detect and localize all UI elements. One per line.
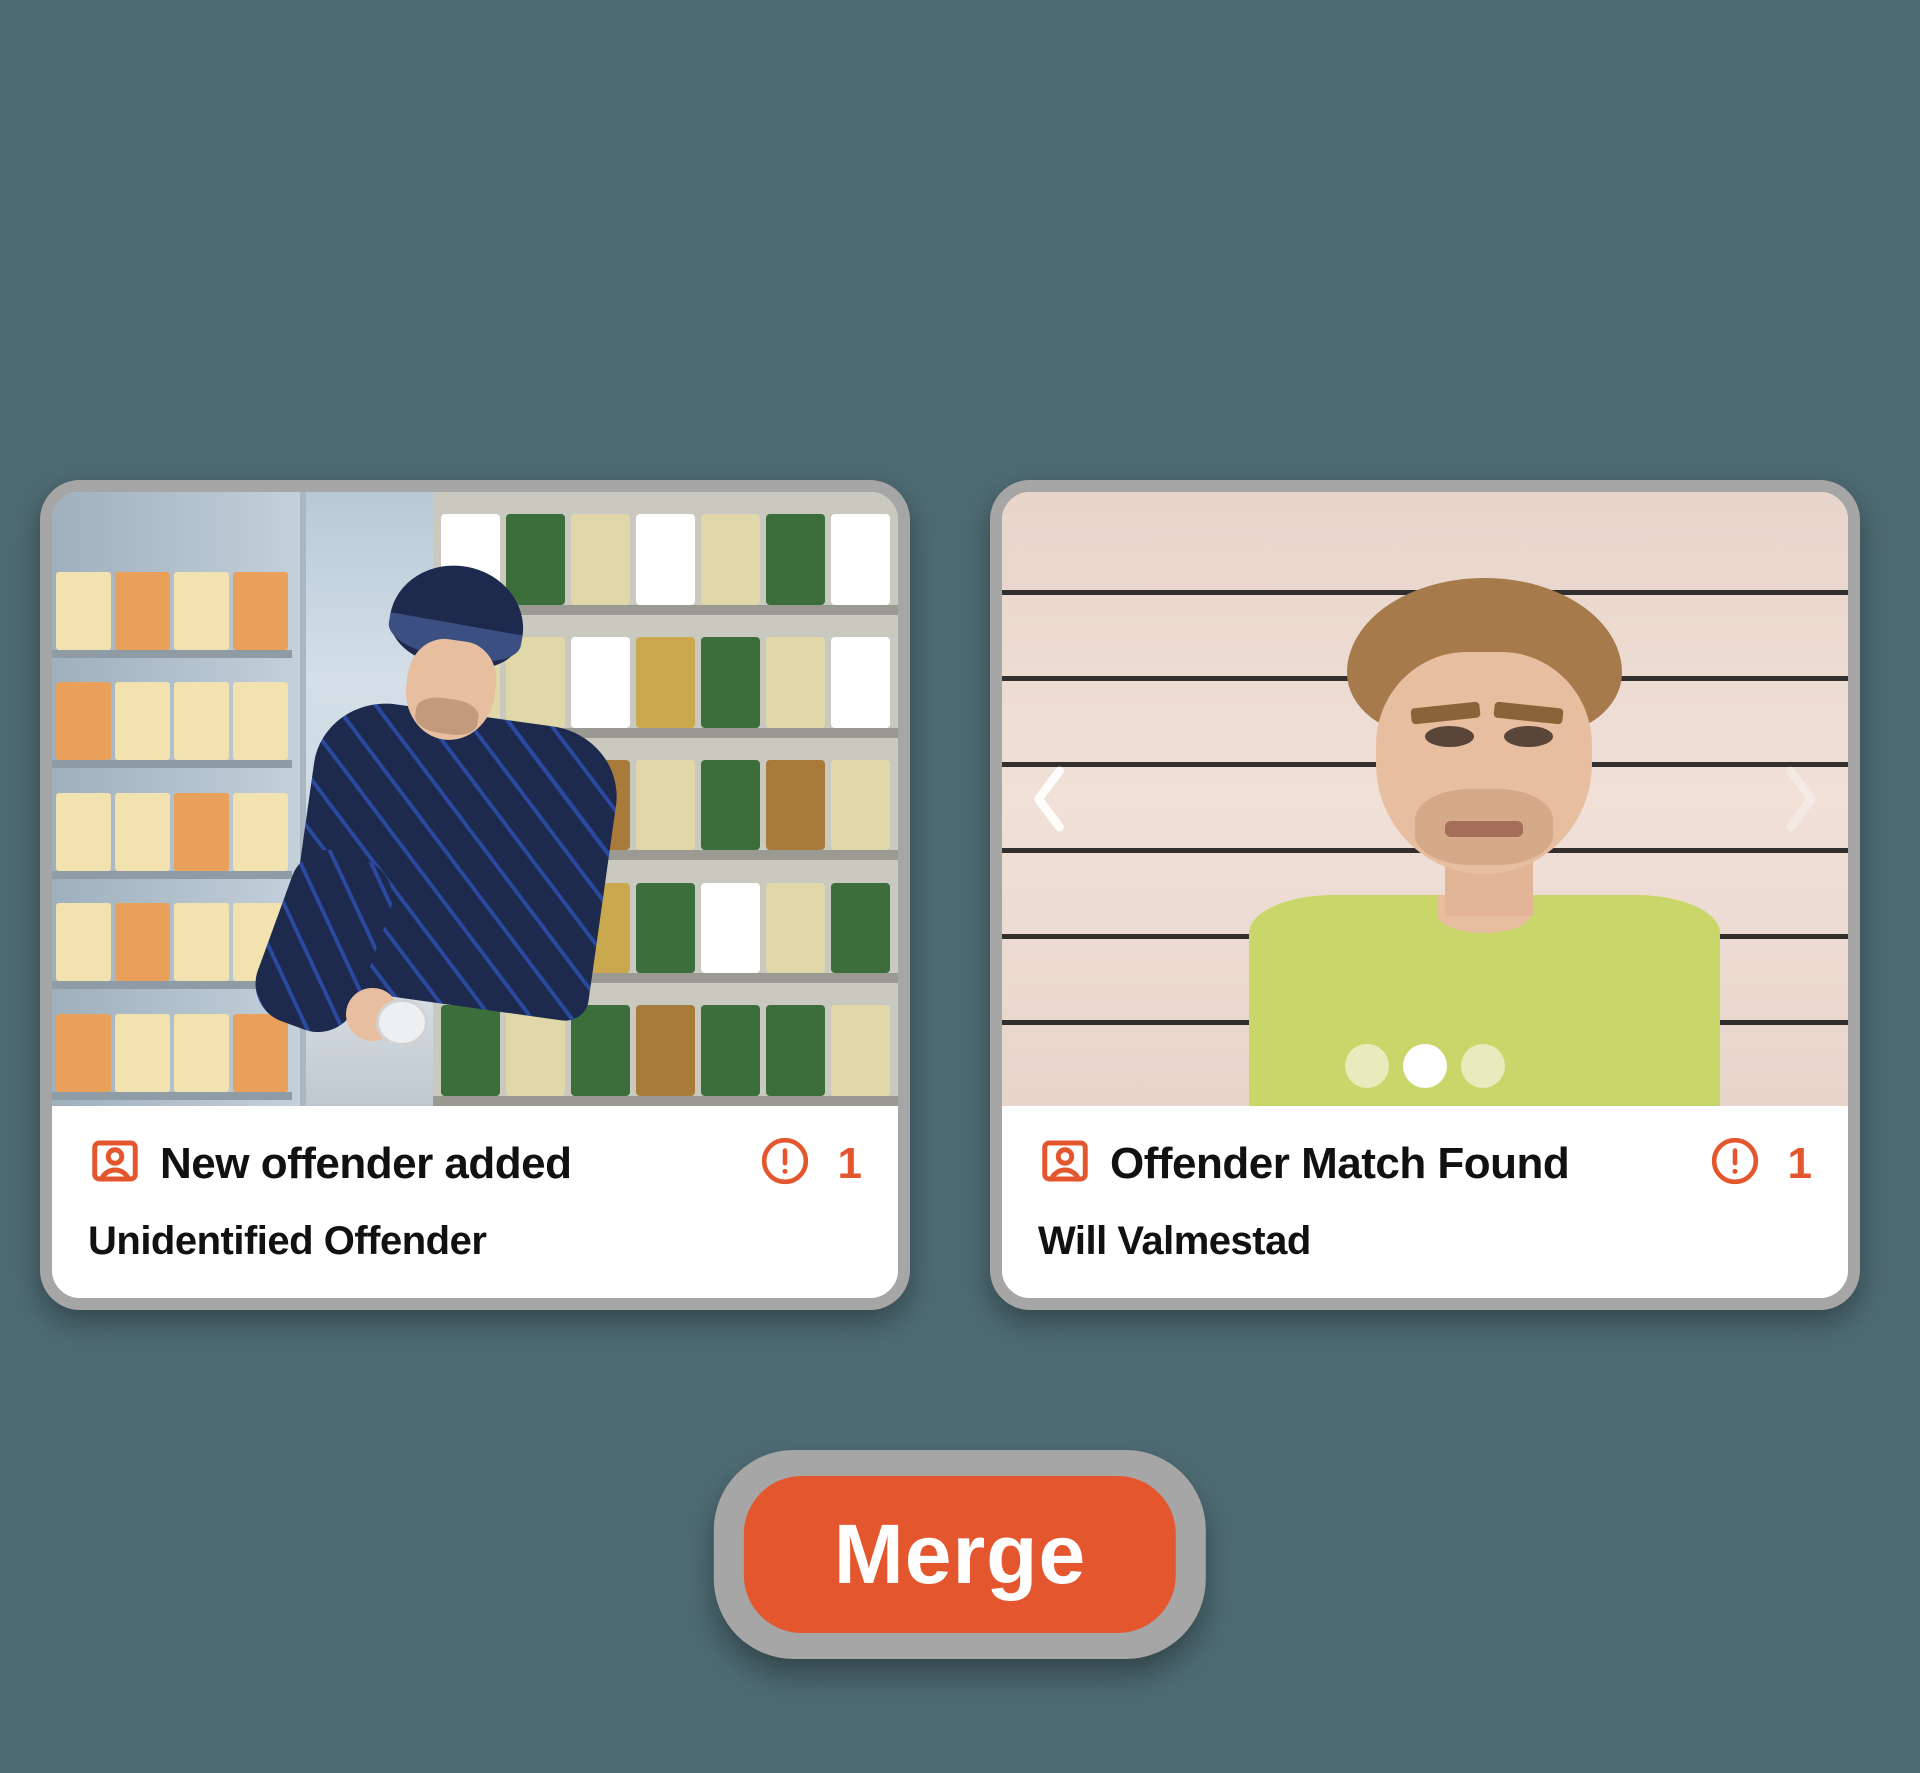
carousel-dot-2[interactable]: [1403, 1044, 1447, 1088]
person-badge-icon: [88, 1134, 142, 1193]
card-footer: Offender Match Found 1 Will Valmestad: [1002, 1106, 1848, 1298]
merge-button[interactable]: Merge: [744, 1476, 1176, 1633]
alert-count: 1: [838, 1139, 862, 1189]
alert-icon: [760, 1136, 810, 1191]
card-footer: New offender added 1 Unidentified Offend…: [52, 1106, 898, 1298]
offender-card-new[interactable]: New offender added 1 Unidentified Offend…: [40, 480, 910, 1310]
carousel-dots: [1345, 1044, 1505, 1088]
offender-photo-new: [52, 492, 898, 1106]
status-title: Offender Match Found: [1110, 1139, 1569, 1189]
merge-button-container: Merge: [714, 1450, 1206, 1659]
carousel-dot-3[interactable]: [1461, 1044, 1505, 1088]
offender-name: Unidentified Offender: [88, 1219, 862, 1264]
offender-card-match[interactable]: Offender Match Found 1 Will Valmestad: [990, 480, 1860, 1310]
person-badge-icon: [1038, 1134, 1092, 1193]
carousel-dot-1[interactable]: [1345, 1044, 1389, 1088]
alert-icon: [1710, 1136, 1760, 1191]
alert-count: 1: [1788, 1139, 1812, 1189]
status-title: New offender added: [160, 1139, 572, 1189]
carousel-next-button[interactable]: [1780, 764, 1822, 834]
carousel-prev-button[interactable]: [1028, 764, 1070, 834]
cards-row: New offender added 1 Unidentified Offend…: [40, 480, 1860, 1310]
offender-photo-match: [1002, 492, 1848, 1106]
offender-name: Will Valmestad: [1038, 1219, 1812, 1264]
